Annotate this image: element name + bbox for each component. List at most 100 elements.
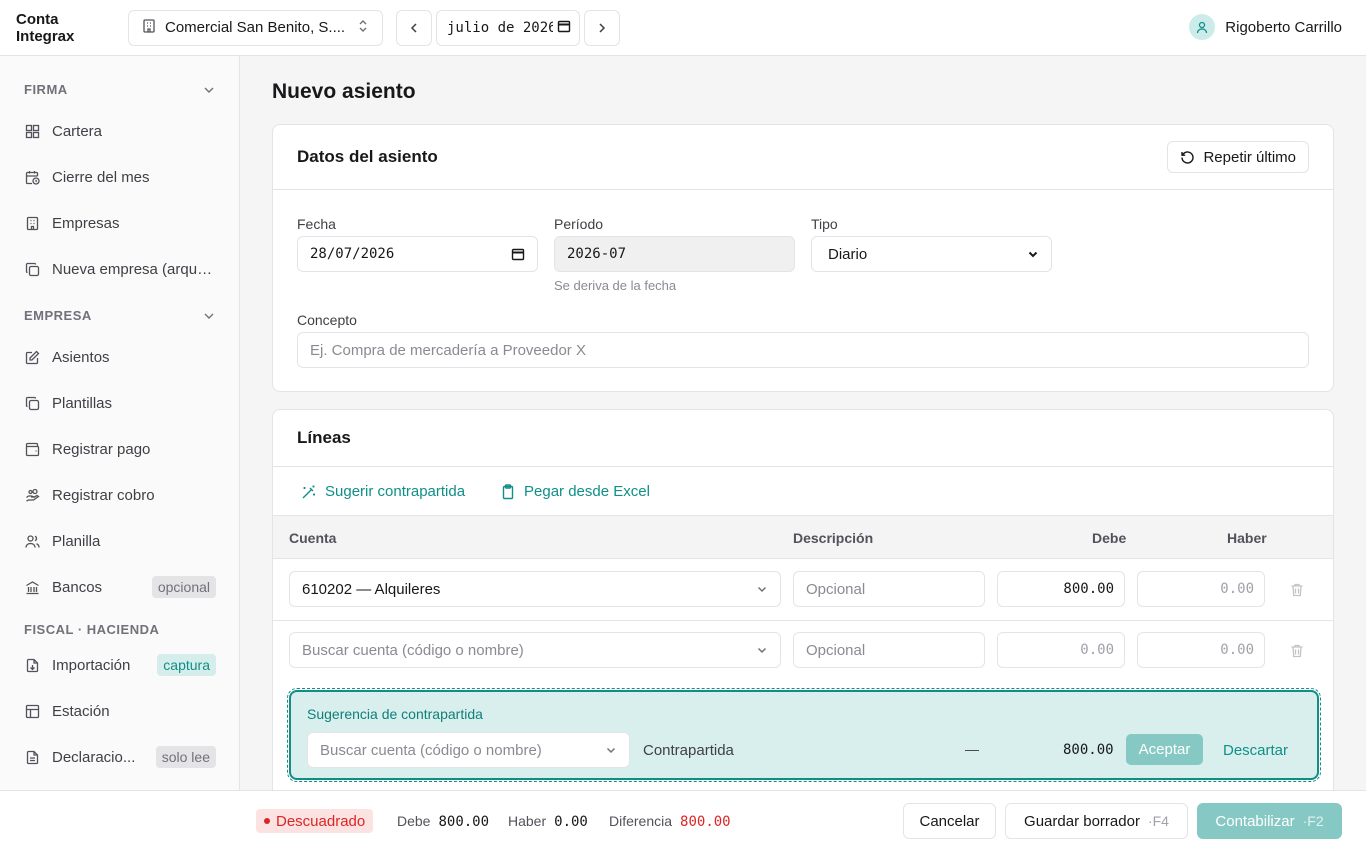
grid-icon: [24, 123, 40, 139]
sidebar-item-estacion[interactable]: Estación: [24, 698, 216, 724]
row1-description-input[interactable]: Opcional: [793, 571, 985, 607]
cancel-label: Cancelar: [919, 812, 980, 830]
sidebar-item-planilla[interactable]: Planilla: [24, 528, 216, 554]
table-icon: [24, 703, 40, 719]
row1-account-select[interactable]: 610202 — Alquileres: [289, 571, 781, 607]
card-title: Datos del asiento: [297, 147, 438, 166]
suggest-counterpart-label: Sugerir contrapartida: [325, 483, 466, 500]
repeat-last-button[interactable]: Repetir último: [1167, 141, 1309, 173]
concepto-input[interactable]: Ej. Compra de mercadería a Proveedor X: [297, 332, 1309, 368]
bank-icon: [24, 579, 40, 595]
tipo-select[interactable]: Diario: [811, 236, 1052, 272]
accept-suggestion-button[interactable]: Aceptar: [1126, 734, 1203, 765]
sidebar-item-nueva-empresa[interactable]: Nueva empresa (arque...: [24, 256, 216, 282]
card-title: Líneas: [297, 428, 351, 447]
save-draft-button[interactable]: Guardar borrador ·F4: [1005, 803, 1188, 839]
fecha-input[interactable]: 28/07/2026: [297, 236, 538, 272]
sidebar-item-bancos[interactable]: Bancos opcional: [24, 574, 216, 600]
cancel-button[interactable]: Cancelar: [903, 803, 996, 839]
chevron-down-icon: [606, 747, 616, 754]
sidebar-item-label: Planilla: [52, 532, 101, 550]
difference-value: 800.00: [680, 814, 731, 830]
calendar-icon[interactable]: [557, 19, 571, 36]
suggestion-title: Sugerencia de contrapartida: [307, 706, 483, 722]
column-descripcion: Descripción: [793, 530, 874, 546]
copy-icon: [24, 261, 40, 277]
avatar: [1189, 14, 1216, 40]
chevron-left-icon: [410, 22, 417, 33]
page-title: Nuevo asiento: [272, 80, 416, 103]
sidebar-item-asientos[interactable]: Asientos: [24, 344, 216, 370]
sidebar-item-plantillas[interactable]: Plantillas: [24, 390, 216, 416]
sidebar-item-cartera[interactable]: Cartera: [24, 118, 216, 144]
row-divider: [273, 620, 1333, 621]
row2-haber-input[interactable]: 0.00: [1137, 632, 1265, 668]
suggestion-account-placeholder: Buscar cuenta (código o nombre): [320, 741, 542, 759]
trash-icon[interactable]: [1289, 582, 1305, 598]
chevron-right-icon: [599, 22, 606, 33]
tipo-label: Tipo: [811, 216, 838, 232]
section-empresa[interactable]: EMPRESA: [24, 308, 216, 323]
total-haber: Haber 0.00: [508, 813, 588, 830]
chevron-down-icon: [1028, 251, 1038, 258]
total-debe-label: Debe: [397, 813, 431, 829]
post-entry-button[interactable]: Contabilizar ·F2: [1197, 803, 1342, 839]
rotate-ccw-icon: [1181, 150, 1195, 164]
sidebar-item-registrar-pago[interactable]: Registrar pago: [24, 436, 216, 462]
sidebar-item-label: Cartera: [52, 122, 103, 140]
row2-description-input[interactable]: Opcional: [793, 632, 985, 668]
month-picker[interactable]: julio de 2026: [436, 9, 580, 46]
user-menu[interactable]: Rigoberto Carrillo: [1189, 14, 1342, 40]
sidebar-item-empresas[interactable]: Empresas: [24, 210, 216, 236]
suggestion-haber: 800.00: [1063, 742, 1114, 758]
capture-badge: captura: [157, 654, 216, 676]
card-header: Líneas: [273, 410, 1333, 467]
status-badge: Descuadrado: [256, 809, 374, 833]
wallet-icon: [24, 441, 40, 457]
periodo-hint: Se deriva de la fecha: [554, 278, 677, 293]
discard-suggestion-button[interactable]: Descartar: [1223, 742, 1288, 759]
row2-account-select[interactable]: Buscar cuenta (código o nombre): [289, 632, 781, 668]
row1-haber-input[interactable]: 0.00: [1137, 571, 1265, 607]
paste-excel-button[interactable]: Pegar desde Excel: [500, 483, 650, 500]
concepto-placeholder: Ej. Compra de mercadería a Proveedor X: [310, 341, 586, 359]
column-debe: Debe: [1092, 530, 1127, 546]
optional-badge: opcional: [151, 576, 216, 598]
sidebar-item-declaraciones[interactable]: Declaracio... solo lee: [24, 744, 216, 770]
calendar-clock-icon: [24, 169, 40, 185]
row2-account-placeholder: Buscar cuenta (código o nombre): [302, 641, 524, 659]
sidebar-item-registrar-cobro[interactable]: Registrar cobro: [24, 482, 216, 508]
app-brand: Conta Integrax: [16, 10, 75, 45]
periodo-input: 2026-07: [554, 236, 795, 272]
company-name: Comercial San Benito, S....: [165, 19, 346, 36]
row1-debe-input[interactable]: 800.00: [997, 571, 1125, 607]
company-selector[interactable]: Comercial San Benito, S....: [128, 9, 383, 46]
save-draft-shortcut: ·F4: [1147, 813, 1169, 829]
building-icon: [24, 215, 40, 231]
row2-haber-value: 0.00: [1220, 642, 1254, 658]
row1-debe-value: 800.00: [1063, 581, 1114, 597]
status-dot: [264, 818, 270, 824]
chevron-down-icon: [757, 647, 767, 654]
suggestion-account-select[interactable]: Buscar cuenta (código o nombre): [307, 732, 630, 768]
sidebar-item-label: Declaracio...: [52, 748, 136, 766]
previous-month-button[interactable]: [396, 9, 432, 46]
next-month-button[interactable]: [584, 9, 620, 46]
top-bar: Conta Integrax Comercial San Benito, S..…: [0, 0, 1366, 56]
trash-icon[interactable]: [1289, 643, 1305, 659]
total-haber-label: Haber: [508, 813, 547, 829]
calendar-icon[interactable]: [511, 247, 525, 261]
row2-debe-input[interactable]: 0.00: [997, 632, 1125, 668]
suggestion-description: Contrapartida: [643, 742, 734, 759]
building-icon: [141, 18, 157, 37]
repeat-last-label: Repetir último: [1203, 148, 1296, 166]
sidebar-item-label: Estación: [52, 702, 110, 720]
sidebar-item-label: Cierre del mes: [52, 168, 150, 186]
sidebar-item-label: Nueva empresa (arque...: [52, 260, 216, 278]
section-firma[interactable]: FIRMA: [24, 82, 216, 97]
sidebar-item-cierre-del-mes[interactable]: Cierre del mes: [24, 164, 216, 190]
save-draft-label: Guardar borrador: [1024, 812, 1140, 830]
suggest-counterpart-button[interactable]: Sugerir contrapartida: [301, 483, 465, 500]
sidebar-item-importacion[interactable]: Importación captura: [24, 652, 216, 678]
lines-card: Líneas Sugerir contrapartida Pegar desde…: [272, 409, 1334, 809]
